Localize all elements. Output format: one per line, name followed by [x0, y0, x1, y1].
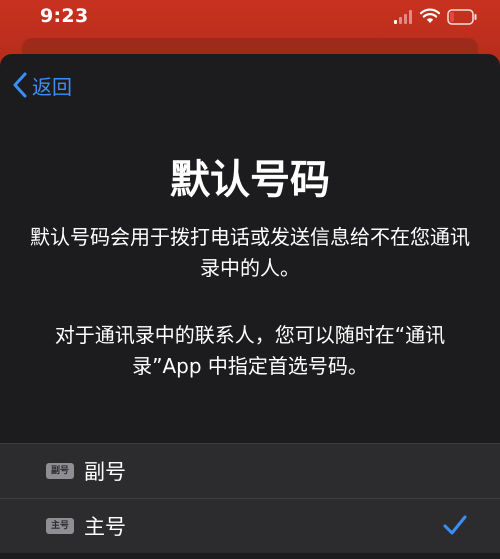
option-label: 主号 [84, 515, 126, 539]
back-button[interactable]: 返回 [12, 68, 72, 102]
battery-icon [447, 9, 477, 25]
option-secondary-number[interactable]: 副号 副号 [0, 443, 500, 498]
status-time: 9:23 [40, 5, 89, 27]
status-bar: 9:23 [0, 0, 500, 34]
number-options-list: 副号 副号 主号 主号 [0, 443, 500, 553]
option-primary-number[interactable]: 主号 主号 [0, 498, 500, 553]
cellular-signal-icon [394, 10, 412, 24]
contacts-hint-text: 对于通讯录中的联系人，您可以随时在“通讯录”App 中指定首选号码。 [54, 323, 446, 378]
sim-badge-secondary: 副号 [46, 463, 74, 479]
checkmark-icon [443, 515, 467, 535]
description-text: 默认号码会用于拨打电话或发送信息给不在您通讯录中的人。 [30, 225, 470, 280]
page-title: 默认号码 [170, 157, 330, 203]
option-label: 副号 [84, 460, 126, 484]
sim-badge-primary: 主号 [46, 518, 74, 534]
chevron-left-icon [13, 72, 27, 98]
wifi-icon [420, 8, 440, 23]
back-label: 返回 [32, 74, 72, 99]
default-number-sheet: 返回 默认号码 默认号码会用于拨打电话或发送信息给不在您通讯录中的人。 对于通讯… [0, 54, 500, 559]
